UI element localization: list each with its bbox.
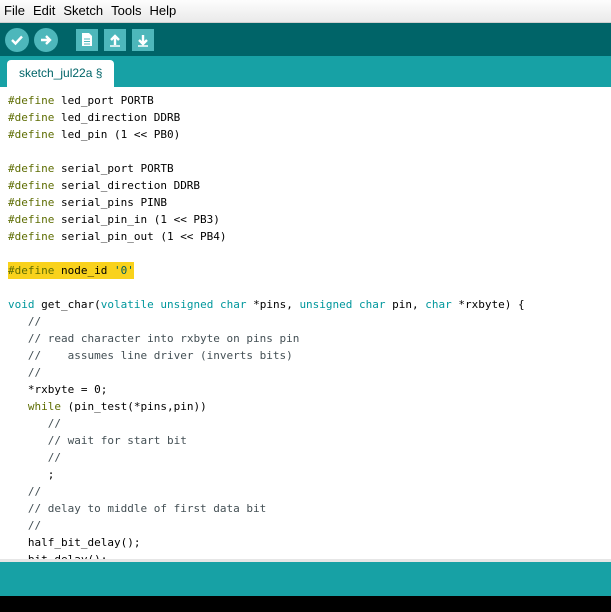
code-line: #define serial_direction DDRB <box>8 179 201 192</box>
code-line: // <box>27 519 42 532</box>
code-editor[interactable]: #define led_port PORTB #define led_direct… <box>0 87 611 559</box>
code-line: #define serial_pins PINB <box>8 196 167 209</box>
new-button[interactable] <box>76 28 98 51</box>
code-line: #define serial_port PORTB <box>8 162 174 175</box>
code-line: #define serial_pin_in (1 << PB3) <box>8 213 220 226</box>
toolbar <box>0 23 611 56</box>
code-line: bit_delay(); <box>8 551 107 559</box>
console-area <box>0 596 611 612</box>
check-icon <box>11 35 23 45</box>
arrow-down-icon <box>138 34 148 47</box>
code-line: // assumes line driver (inverts bits) <box>27 349 293 362</box>
code-line: #define led_direction DDRB <box>8 111 181 124</box>
code-line: // <box>47 451 61 464</box>
document-icon <box>82 33 92 46</box>
code-line: #define serial_pin_out (1 << PB4) <box>8 230 227 243</box>
code-line: // <box>27 366 42 379</box>
code-line: half_bit_delay(); <box>8 536 141 549</box>
code-line: *rxbyte = 0; <box>8 383 108 396</box>
verify-button[interactable] <box>5 27 29 52</box>
code-line: // read character into rxbyte on pins pi… <box>27 332 300 345</box>
upload-button[interactable] <box>34 27 58 52</box>
code-line: // <box>47 417 61 430</box>
menu-help[interactable]: Help <box>145 0 180 22</box>
arrow-right-icon <box>41 34 52 45</box>
code-line: while (pin_test(*pins,pin)) <box>27 400 207 413</box>
code-line: #define led_port PORTB <box>8 94 154 107</box>
menu-sketch[interactable]: Sketch <box>59 0 107 22</box>
code-line: void get_char(volatile unsigned char *pi… <box>8 298 525 311</box>
save-button[interactable] <box>132 28 154 51</box>
code-line: // delay to middle of first data bit <box>27 502 267 515</box>
menu-edit[interactable]: Edit <box>29 0 59 22</box>
tab-bar: sketch_jul22a § <box>0 56 611 87</box>
menu-file[interactable]: File <box>0 0 29 22</box>
tab-sketch[interactable]: sketch_jul22a § <box>7 60 115 87</box>
menu-tools[interactable]: Tools <box>107 0 145 22</box>
menu-bar: File Edit Sketch Tools Help <box>0 0 611 23</box>
open-button[interactable] <box>104 28 126 51</box>
code-line: #define led_pin (1 << PB0) <box>8 128 181 141</box>
code-line: #define node_id '0' <box>8 262 134 279</box>
code-line: // wait for start bit <box>47 434 187 447</box>
code-line: // <box>27 315 42 328</box>
code-line: // <box>27 485 42 498</box>
code-line: ; <box>8 468 55 481</box>
status-bar <box>0 562 611 596</box>
arrow-up-icon <box>110 33 120 47</box>
